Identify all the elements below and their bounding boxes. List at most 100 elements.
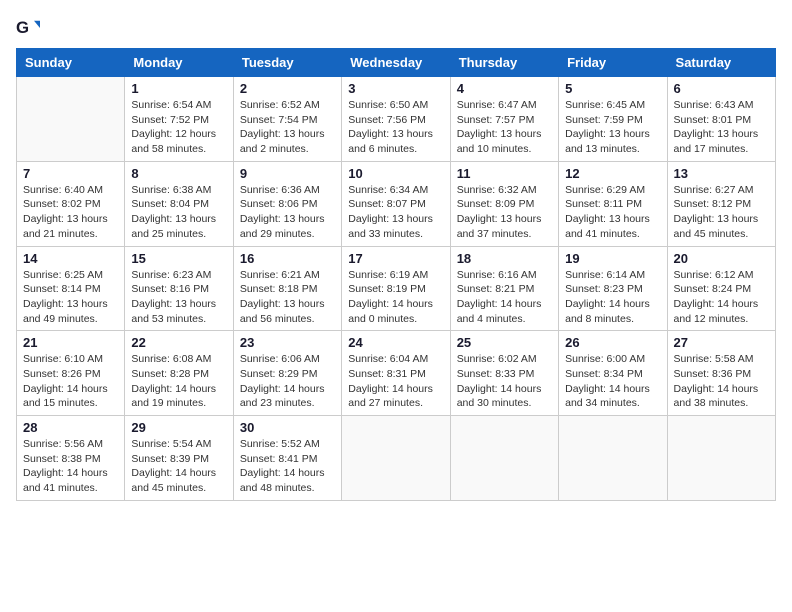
day-number: 28 (23, 420, 118, 435)
calendar-table: SundayMondayTuesdayWednesdayThursdayFrid… (16, 48, 776, 501)
day-info: Sunrise: 5:54 AMSunset: 8:39 PMDaylight:… (131, 437, 226, 496)
calendar-cell: 29 Sunrise: 5:54 AMSunset: 8:39 PMDayligh… (125, 416, 233, 501)
calendar-cell (342, 416, 450, 501)
day-number: 10 (348, 166, 443, 181)
calendar-cell (450, 416, 558, 501)
day-number: 11 (457, 166, 552, 181)
day-info: Sunrise: 6:10 AMSunset: 8:26 PMDaylight:… (23, 352, 118, 411)
day-info: Sunrise: 6:19 AMSunset: 8:19 PMDaylight:… (348, 268, 443, 327)
day-number: 29 (131, 420, 226, 435)
day-number: 12 (565, 166, 660, 181)
day-number: 20 (674, 251, 769, 266)
calendar-cell: 13 Sunrise: 6:27 AMSunset: 8:12 PMDayligh… (667, 161, 775, 246)
calendar-cell: 8Sunrise: 6:38 AMSunset: 8:04 PMDaylight… (125, 161, 233, 246)
day-info: Sunrise: 6:32 AMSunset: 8:09 PMDaylight:… (457, 183, 552, 242)
day-info: Sunrise: 6:14 AMSunset: 8:23 PMDaylight:… (565, 268, 660, 327)
day-info: Sunrise: 6:50 AMSunset: 7:56 PMDaylight:… (348, 98, 443, 157)
day-info: Sunrise: 6:36 AMSunset: 8:06 PMDaylight:… (240, 183, 335, 242)
day-number: 19 (565, 251, 660, 266)
day-info: Sunrise: 6:43 AMSunset: 8:01 PMDaylight:… (674, 98, 769, 157)
calendar-cell: 24Sunrise: 6:04 AMSunset: 8:31 PMDayligh… (342, 331, 450, 416)
calendar-cell: 30Sunrise: 5:52 AMSunset: 8:41 PMDayligh… (233, 416, 341, 501)
day-header-tuesday: Tuesday (233, 49, 341, 77)
day-header-thursday: Thursday (450, 49, 558, 77)
day-info: Sunrise: 5:58 AMSunset: 8:36 PMDaylight:… (674, 352, 769, 411)
calendar-cell: 27 Sunrise: 5:58 AMSunset: 8:36 PMDayligh… (667, 331, 775, 416)
day-header-saturday: Saturday (667, 49, 775, 77)
calendar-week-1: 1Sunrise: 6:54 AMSunset: 7:52 PMDaylight… (17, 77, 776, 162)
calendar-cell: 14Sunrise: 6:25 AMSunset: 8:14 PMDayligh… (17, 246, 125, 331)
day-number: 13 (674, 166, 769, 181)
header: G (16, 16, 776, 40)
day-info: Sunrise: 6:12 AMSunset: 8:24 PMDaylight:… (674, 268, 769, 327)
day-number: 21 (23, 335, 118, 350)
day-number: 25 (457, 335, 552, 350)
day-info: Sunrise: 6:00 AMSunset: 8:34 PMDaylight:… (565, 352, 660, 411)
calendar-cell: 3 Sunrise: 6:50 AMSunset: 7:56 PMDaylight… (342, 77, 450, 162)
day-info: Sunrise: 5:52 AMSunset: 8:41 PMDaylight:… (240, 437, 335, 496)
day-number: 1 (131, 81, 226, 96)
day-number: 22 (131, 335, 226, 350)
calendar-cell: 15 Sunrise: 6:23 AMSunset: 8:16 PMDayligh… (125, 246, 233, 331)
day-number: 9 (240, 166, 335, 181)
calendar-cell (667, 416, 775, 501)
day-info: Sunrise: 6:40 AMSunset: 8:02 PMDaylight:… (23, 183, 118, 242)
day-info: Sunrise: 6:06 AMSunset: 8:29 PMDaylight:… (240, 352, 335, 411)
day-number: 8 (131, 166, 226, 181)
day-info: Sunrise: 5:56 AMSunset: 8:38 PMDaylight:… (23, 437, 118, 496)
day-number: 24 (348, 335, 443, 350)
calendar-cell: 11 Sunrise: 6:32 AMSunset: 8:09 PMDayligh… (450, 161, 558, 246)
day-number: 26 (565, 335, 660, 350)
day-header-sunday: Sunday (17, 49, 125, 77)
day-info: Sunrise: 6:29 AMSunset: 8:11 PMDaylight:… (565, 183, 660, 242)
calendar-cell: 23 Sunrise: 6:06 AMSunset: 8:29 PMDayligh… (233, 331, 341, 416)
day-number: 2 (240, 81, 335, 96)
logo-icon: G (16, 16, 40, 40)
day-number: 17 (348, 251, 443, 266)
calendar-cell: 6 Sunrise: 6:43 AMSunset: 8:01 PMDaylight… (667, 77, 775, 162)
calendar-cell (17, 77, 125, 162)
day-info: Sunrise: 6:47 AMSunset: 7:57 PMDaylight:… (457, 98, 552, 157)
calendar-cell: 2Sunrise: 6:52 AMSunset: 7:54 PMDaylight… (233, 77, 341, 162)
day-info: Sunrise: 6:21 AMSunset: 8:18 PMDaylight:… (240, 268, 335, 327)
day-number: 6 (674, 81, 769, 96)
calendar-week-5: 28 Sunrise: 5:56 AMSunset: 8:38 PMDayligh… (17, 416, 776, 501)
calendar-cell: 22 Sunrise: 6:08 AMSunset: 8:28 PMDayligh… (125, 331, 233, 416)
day-number: 15 (131, 251, 226, 266)
calendar-week-3: 14Sunrise: 6:25 AMSunset: 8:14 PMDayligh… (17, 246, 776, 331)
calendar-cell: 16 Sunrise: 6:21 AMSunset: 8:18 PMDayligh… (233, 246, 341, 331)
day-number: 3 (348, 81, 443, 96)
day-info: Sunrise: 6:23 AMSunset: 8:16 PMDaylight:… (131, 268, 226, 327)
calendar-cell: 1Sunrise: 6:54 AMSunset: 7:52 PMDaylight… (125, 77, 233, 162)
day-info: Sunrise: 6:08 AMSunset: 8:28 PMDaylight:… (131, 352, 226, 411)
day-info: Sunrise: 6:27 AMSunset: 8:12 PMDaylight:… (674, 183, 769, 242)
svg-text:G: G (16, 18, 29, 37)
day-info: Sunrise: 6:25 AMSunset: 8:14 PMDaylight:… (23, 268, 118, 327)
day-number: 4 (457, 81, 552, 96)
calendar-cell: 10 Sunrise: 6:34 AMSunset: 8:07 PMDayligh… (342, 161, 450, 246)
day-info: Sunrise: 6:16 AMSunset: 8:21 PMDaylight:… (457, 268, 552, 327)
calendar-cell: 25Sunrise: 6:02 AMSunset: 8:33 PMDayligh… (450, 331, 558, 416)
day-number: 16 (240, 251, 335, 266)
day-number: 27 (674, 335, 769, 350)
day-header-friday: Friday (559, 49, 667, 77)
calendar-cell: 5 Sunrise: 6:45 AMSunset: 7:59 PMDaylight… (559, 77, 667, 162)
calendar-cell: 9 Sunrise: 6:36 AMSunset: 8:06 PMDaylight… (233, 161, 341, 246)
day-info: Sunrise: 6:34 AMSunset: 8:07 PMDaylight:… (348, 183, 443, 242)
day-info: Sunrise: 6:45 AMSunset: 7:59 PMDaylight:… (565, 98, 660, 157)
calendar-cell: 28 Sunrise: 5:56 AMSunset: 8:38 PMDayligh… (17, 416, 125, 501)
calendar-header-row: SundayMondayTuesdayWednesdayThursdayFrid… (17, 49, 776, 77)
calendar-cell: 12 Sunrise: 6:29 AMSunset: 8:11 PMDayligh… (559, 161, 667, 246)
calendar-week-4: 21 Sunrise: 6:10 AMSunset: 8:26 PMDayligh… (17, 331, 776, 416)
calendar-cell: 26 Sunrise: 6:00 AMSunset: 8:34 PMDayligh… (559, 331, 667, 416)
calendar-week-2: 7Sunrise: 6:40 AMSunset: 8:02 PMDaylight… (17, 161, 776, 246)
day-number: 23 (240, 335, 335, 350)
calendar-cell: 19 Sunrise: 6:14 AMSunset: 8:23 PMDayligh… (559, 246, 667, 331)
calendar-cell: 21 Sunrise: 6:10 AMSunset: 8:26 PMDayligh… (17, 331, 125, 416)
calendar-cell: 7Sunrise: 6:40 AMSunset: 8:02 PMDaylight… (17, 161, 125, 246)
day-number: 18 (457, 251, 552, 266)
calendar-cell: 17 Sunrise: 6:19 AMSunset: 8:19 PMDayligh… (342, 246, 450, 331)
calendar-cell: 20 Sunrise: 6:12 AMSunset: 8:24 PMDayligh… (667, 246, 775, 331)
day-number: 5 (565, 81, 660, 96)
calendar-cell (559, 416, 667, 501)
